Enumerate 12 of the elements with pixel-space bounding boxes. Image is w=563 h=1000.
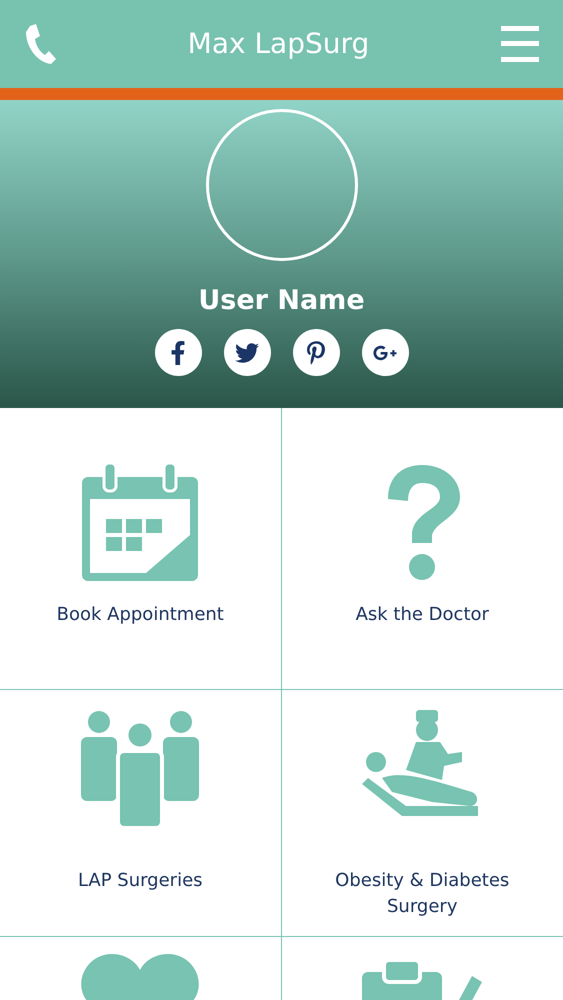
twitter-button[interactable] (224, 329, 270, 376)
facebook-button[interactable] (154, 329, 202, 376)
app-title: Max LapSurg (188, 26, 370, 62)
pinterest-button[interactable] (292, 329, 340, 376)
google-plus-button[interactable] (362, 329, 408, 376)
twitter-icon (235, 340, 259, 364)
people-icon (81, 710, 200, 828)
calendar-icon (82, 463, 198, 581)
pinterest-icon (304, 340, 328, 364)
menu-tile[interactable]: Book Appointment (0, 408, 282, 690)
user-name: User Name (198, 284, 365, 318)
menu-tile[interactable]: LAP Surgeries (0, 690, 282, 937)
